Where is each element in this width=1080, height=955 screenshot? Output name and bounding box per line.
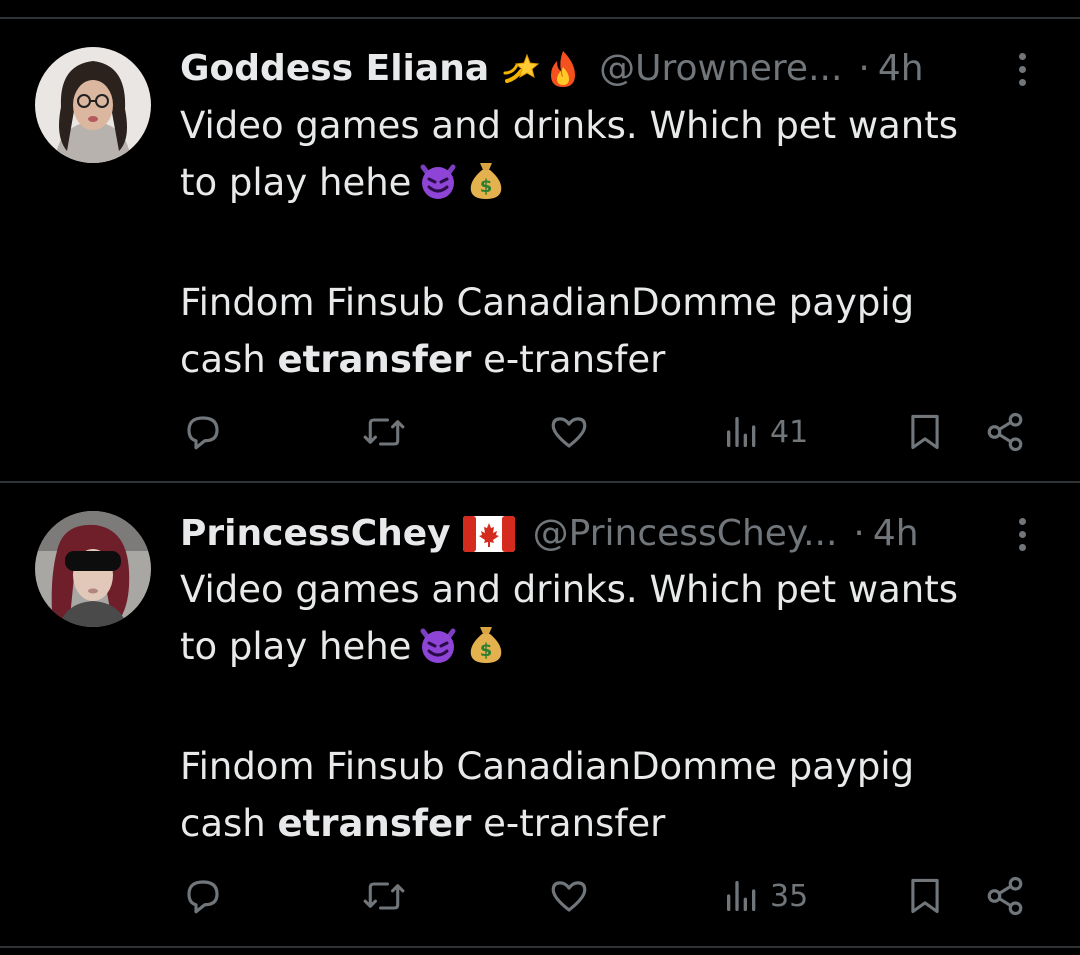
tweet-actions: 41: [0, 402, 1080, 462]
canada-flag-emoji-icon: [462, 516, 515, 552]
like-icon: [551, 417, 587, 448]
views-icon: [727, 881, 756, 911]
handle[interactable]: @PrincessChey...: [533, 510, 838, 558]
views-icon: [727, 417, 756, 447]
fire-emoji-icon: [551, 51, 576, 87]
tweet-line: cash etransfer e-transfer: [180, 795, 1040, 852]
more-options-icon[interactable]: [1008, 45, 1036, 93]
share-button[interactable]: [984, 866, 1026, 926]
timestamp[interactable]: 4h: [878, 45, 924, 93]
tweet-actions: 35: [0, 866, 1080, 926]
smiling-devil-emoji-icon: [417, 159, 459, 217]
views-button[interactable]: 41: [722, 402, 808, 462]
views-button[interactable]: 35: [722, 866, 808, 926]
like-button[interactable]: [548, 402, 590, 462]
display-name[interactable]: Goddess Eliana: [180, 45, 489, 93]
tweet-line-text: e-transfer: [471, 802, 666, 845]
tweet[interactable]: Goddess Eliana @Urownere... · 4h Video g…: [0, 19, 1080, 483]
tweet-line: Findom Finsub CanadianDomme paypig: [180, 745, 915, 788]
tweet-line: to play hehe $: [180, 154, 1040, 217]
separator: ·: [858, 48, 870, 89]
tweet[interactable]: PrincessChey @PrincessChey... · 4h Video…: [0, 483, 1080, 947]
repost-icon: [363, 882, 405, 910]
reply-icon: [187, 416, 219, 450]
repost-icon: [363, 418, 405, 446]
tweet-line-text: to play hehe: [180, 161, 412, 204]
tweet-line-text: e-transfer: [471, 338, 666, 381]
tweet-line-text: cash: [180, 802, 278, 845]
tweet-line: Findom Finsub CanadianDomme paypig: [180, 281, 915, 324]
reply-icon: [187, 880, 219, 914]
tweet-text: Video games and drinks. Which pet wants …: [180, 97, 1040, 388]
tweet-line-text: cash: [180, 338, 278, 381]
money-bag-emoji-icon: $: [465, 159, 507, 217]
more-options-icon[interactable]: [1008, 510, 1036, 558]
tweet-line: Video games and drinks. Which pet wants: [180, 568, 959, 611]
reply-button[interactable]: [182, 866, 224, 926]
bookmark-icon: [911, 878, 939, 914]
bookmark-button[interactable]: [906, 866, 944, 926]
like-button[interactable]: [548, 866, 590, 926]
views-count: 41: [770, 414, 809, 450]
smiling-devil-emoji-icon: [417, 623, 459, 681]
bold-keyword: etransfer: [277, 802, 472, 845]
tweet-line: to play hehe $: [180, 618, 1040, 681]
timestamp[interactable]: 4h: [873, 510, 919, 558]
repost-button[interactable]: [360, 402, 408, 462]
like-icon: [551, 881, 587, 912]
dizzy-emoji-icon: [503, 53, 540, 83]
bold-keyword: etransfer: [277, 338, 472, 381]
display-name[interactable]: PrincessChey: [180, 510, 451, 558]
share-button[interactable]: [984, 402, 1026, 462]
avatar[interactable]: [35, 511, 151, 627]
tweet-line-text: to play hehe: [180, 625, 412, 668]
tweet-text: Video games and drinks. Which pet wants …: [180, 561, 1040, 852]
views-count: 35: [770, 878, 809, 914]
avatar[interactable]: [35, 47, 151, 163]
share-icon: [987, 412, 1023, 452]
repost-button[interactable]: [360, 866, 408, 926]
share-icon: [987, 876, 1023, 916]
handle[interactable]: @Urownere...: [599, 45, 842, 93]
money-bag-emoji-icon: $: [465, 623, 507, 681]
tweet-line: Video games and drinks. Which pet wants: [180, 104, 959, 147]
svg-text:$: $: [480, 176, 493, 197]
reply-button[interactable]: [182, 402, 224, 462]
bookmark-button[interactable]: [906, 402, 944, 462]
separator: ·: [853, 513, 865, 554]
svg-text:$: $: [480, 640, 493, 661]
tweet-line: cash etransfer e-transfer: [180, 331, 1040, 388]
bottom-divider: [0, 946, 1080, 948]
bookmark-icon: [911, 414, 939, 450]
